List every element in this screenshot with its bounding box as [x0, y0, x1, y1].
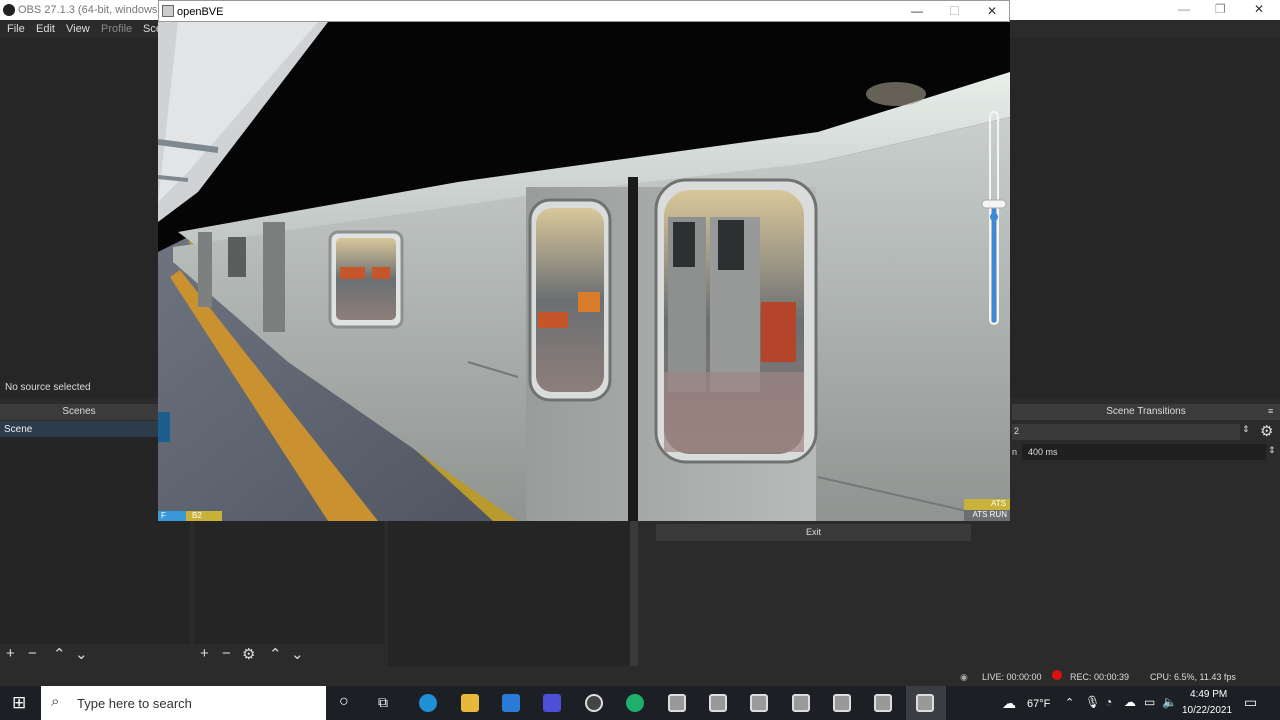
dock-menu-icon[interactable]: ≡ — [1268, 406, 1273, 416]
openbve-taskbar-icon[interactable] — [792, 694, 810, 712]
move-down-icon[interactable]: ⌄ — [75, 645, 88, 663]
task-view-icon[interactable]: ⧉ — [378, 694, 388, 711]
hud-ats: ATS — [964, 499, 1010, 510]
menu-file[interactable]: File — [7, 23, 25, 35]
gear-icon[interactable]: ⚙ — [242, 645, 255, 663]
close-icon[interactable]: ✕ — [1254, 2, 1264, 16]
app-icon[interactable] — [543, 694, 561, 712]
subway-scene — [158, 22, 1010, 521]
scene-list-item[interactable]: Scene — [0, 421, 158, 437]
openbve-taskbar-icon[interactable] — [750, 694, 768, 712]
clock-time[interactable]: 4:49 PM — [1190, 689, 1227, 700]
source-bar-right — [1010, 376, 1280, 398]
restore-icon[interactable]: ❐ — [1215, 2, 1226, 16]
obs-window-title: OBS 27.1.3 (64-bit, windows) - P — [18, 4, 179, 16]
duration-label: n — [1012, 447, 1018, 457]
hud-brake: B2 — [186, 511, 222, 521]
duration-spinbox[interactable]: 400 ms — [1022, 444, 1266, 460]
menu-profile[interactable]: Profile — [101, 23, 132, 35]
microphone-icon[interactable]: 🎙 — [1085, 695, 1100, 709]
openbve-taskbar-icon[interactable] — [709, 694, 727, 712]
battery-icon[interactable]: ▭ — [1144, 695, 1155, 709]
onedrive-icon[interactable]: ☁ — [1124, 695, 1136, 709]
chevron-up-icon[interactable]: ⌃ — [1065, 696, 1074, 709]
scenes-toolbar: + − ⌃ ⌄ — [0, 644, 190, 666]
network-icon[interactable]: ◔ — [1105, 695, 1112, 709]
windows-start-icon[interactable]: ⊞ — [12, 693, 26, 713]
transitions-header: Scene Transitions — [1012, 404, 1280, 420]
close-icon[interactable]: ✕ — [987, 4, 997, 18]
openbve-taskbar-icon[interactable] — [916, 694, 934, 712]
hud-reverser: F — [158, 511, 186, 521]
transition-select[interactable]: 2 — [1012, 424, 1240, 440]
windows-taskbar: ⊞ ⌕ Type here to search ○ ⧉ ☁ 67°F ⌃ 🎙 ◔… — [0, 686, 1280, 720]
exit-button[interactable]: Exit — [656, 524, 971, 541]
menu-edit[interactable]: Edit — [36, 23, 55, 35]
duration-value: 400 ms — [1028, 447, 1058, 457]
taskbar-search-box[interactable]: ⌕ Type here to search — [41, 686, 326, 720]
cpu-status: CPU: 6.5%, 11.43 fps — [1150, 672, 1236, 682]
obs-taskbar-icon[interactable] — [585, 694, 603, 712]
volume-icon[interactable]: 🔈 — [1162, 695, 1177, 709]
live-broadcast-icon: ◉ — [960, 672, 968, 682]
edge-beta-icon[interactable] — [626, 694, 644, 712]
move-down-icon[interactable]: ⌄ — [291, 645, 304, 663]
transition-select-value: 2 — [1014, 426, 1020, 436]
openbve-title-bar: openBVE — ☐ ✕ — [158, 0, 1010, 22]
select-arrows-icon[interactable]: ⇕ — [1242, 424, 1250, 435]
audio-mixer-dock — [388, 520, 638, 666]
remove-scene-icon[interactable]: − — [28, 645, 37, 662]
add-scene-icon[interactable]: + — [6, 645, 15, 662]
add-source-icon[interactable]: + — [200, 645, 209, 662]
openbve-taskbar-icon[interactable] — [668, 694, 686, 712]
openbve-taskbar-icon[interactable] — [874, 694, 892, 712]
hud-brake-label: B2 — [192, 511, 202, 520]
spin-arrows-icon[interactable]: ⇕ — [1268, 445, 1276, 456]
sources-toolbar: + − ⚙ ⌃ ⌄ — [194, 644, 384, 666]
openbve-taskbar-icon[interactable] — [833, 694, 851, 712]
scenes-header: Scenes — [0, 404, 158, 420]
edge-icon[interactable] — [419, 694, 437, 712]
rec-status: REC: 00:00:39 — [1070, 672, 1130, 682]
minimize-icon[interactable]: — — [1178, 2, 1190, 16]
hud-ats-run-label: ATS RUN — [972, 510, 1007, 519]
openbve-app-icon — [162, 5, 174, 17]
gear-icon[interactable]: ⚙ — [1260, 422, 1273, 440]
preview-right-margin — [1010, 38, 1280, 376]
file-explorer-icon[interactable] — [461, 694, 479, 712]
minimize-icon[interactable]: — — [911, 4, 923, 18]
mail-icon[interactable] — [502, 694, 520, 712]
search-placeholder: Type here to search — [77, 696, 192, 711]
rec-dot-icon — [1052, 670, 1062, 680]
clock-date[interactable]: 10/22/2021 — [1182, 705, 1232, 716]
live-status: LIVE: 00:00:00 — [982, 672, 1042, 682]
move-up-icon[interactable]: ⌃ — [269, 645, 282, 663]
preview-left-margin — [0, 38, 158, 376]
hud-ats-label: ATS — [991, 499, 1006, 508]
obs-logo-icon — [3, 4, 15, 16]
remove-source-icon[interactable]: − — [222, 645, 231, 662]
maximize-icon[interactable]: ☐ — [949, 4, 960, 18]
hud-reverser-label: F — [161, 511, 166, 520]
obs-status-bar: ◉ LIVE: 00:00:00 REC: 00:00:39 CPU: 6.5%… — [0, 668, 1280, 686]
no-source-label: No source selected — [0, 376, 158, 398]
menu-view[interactable]: View — [66, 23, 90, 35]
sources-list: + − ⚙ ⌃ ⌄ — [194, 520, 384, 666]
openbve-window-title: openBVE — [177, 6, 224, 18]
weather-icon[interactable]: ☁ — [1002, 695, 1016, 712]
controls-dock — [655, 545, 1010, 665]
mixer-scrollbar[interactable] — [630, 520, 638, 666]
hud-ats-run: ATS RUN — [964, 510, 1010, 521]
search-icon: ⌕ — [51, 693, 60, 710]
move-up-icon[interactable]: ⌃ — [53, 645, 66, 663]
notification-icon[interactable]: ▭ — [1244, 694, 1257, 711]
openbve-3d-viewport[interactable]: F B2 ATS ATS RUN — [158, 22, 1010, 521]
cortana-icon[interactable]: ○ — [339, 693, 349, 711]
weather-temp[interactable]: 67°F — [1027, 698, 1050, 710]
